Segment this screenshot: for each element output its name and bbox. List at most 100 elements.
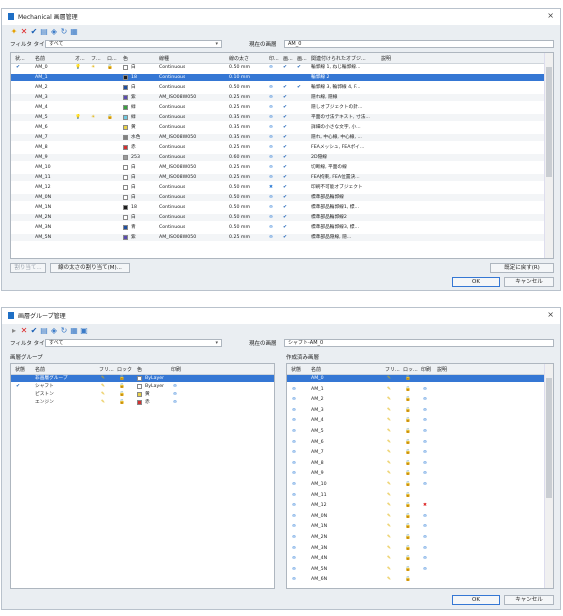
plot-icon[interactable]: ⊖	[269, 164, 273, 171]
linetype[interactable]: Continuous	[159, 114, 185, 121]
lineweight[interactable]: 0.60 mm	[229, 154, 250, 161]
layer-row[interactable]: ✔ AM_0 💡 ☀ 🔓 白 Continuous 0.50 mm ⊖ ✔ ✔ 輪郭線 1, ねじ輪郭…	[11, 64, 545, 71]
lock-icon[interactable]: 🔓	[405, 513, 411, 520]
plot-icon[interactable]: ⊖	[173, 375, 177, 382]
lock-icon[interactable]: 🔓	[405, 386, 411, 393]
col-layer-a[interactable]: 画...	[283, 55, 293, 62]
layer-check-a[interactable]: ✔	[283, 234, 287, 241]
layer-row[interactable]: AM_6 黄 Continuous 0.35 mm ⊖ ✔ 詳細の小さな文字, 小...	[11, 124, 545, 131]
lineweight[interactable]: 0.35 mm	[229, 134, 250, 141]
layer-row[interactable]: AM_3 紫 AM_ISO08W050 0.25 mm ⊖ ✔ 隠れ線, 隠線	[11, 94, 545, 101]
lock-icon[interactable]: 🔓	[405, 566, 411, 573]
layer-check-a[interactable]: ✔	[283, 154, 287, 161]
plot-icon[interactable]: ⊖	[269, 134, 273, 141]
layer-row[interactable]: AM_5 💡 ☀ 🔓 緑 Continuous 0.35 mm ⊖ ✔ 平面の寸法テキスト, 寸法…	[11, 114, 545, 121]
lock-icon[interactable]: 🔓	[405, 545, 411, 552]
layer-check-a[interactable]: ✔	[283, 204, 287, 211]
assign-lineweight-button[interactable]: 線の太さの割り当て(M)...	[50, 263, 130, 273]
lock-icon[interactable]: 🔓	[405, 470, 411, 477]
col-description[interactable]: 説明	[381, 55, 391, 62]
plot-icon[interactable]: ⊖	[269, 144, 273, 151]
layer-properties-icon[interactable]: ▤	[40, 28, 48, 36]
color-swatch[interactable]	[123, 185, 128, 190]
cancel-button[interactable]: キャンセル	[504, 595, 554, 605]
layer-check-a[interactable]: ✔	[283, 164, 287, 171]
col-lock[interactable]: ロ...	[107, 55, 117, 62]
linetype[interactable]: Continuous	[159, 194, 185, 201]
ok-button[interactable]: OK	[452, 595, 500, 605]
layer-row[interactable]: AM_11 白 AM_ISO08W050 0.25 mm ⊖ ✔ FEA拘束, FEA位置決…	[11, 174, 545, 181]
color-swatch[interactable]	[123, 95, 128, 100]
linetype[interactable]: Continuous	[159, 214, 185, 221]
plot-icon[interactable]: ⊖	[269, 94, 273, 101]
scrollbar-thumb[interactable]	[546, 67, 552, 177]
lock-icon[interactable]: 🔓	[119, 375, 125, 382]
layer-row[interactable]: AM_2 白 Continuous 0.50 mm ⊖ ✔ ✔ 輪郭線 3, 輪郭線 4, F…	[11, 84, 545, 91]
col-plot[interactable]: 印...	[269, 55, 279, 62]
freeze-icon[interactable]: ✎	[387, 375, 391, 382]
linetype[interactable]: AM_ISO08W050	[159, 234, 196, 241]
lock-icon[interactable]: 🔓	[405, 460, 411, 467]
created-layer-row[interactable]: ⊖ AM_5 ✎ 🔓 ⊖	[287, 428, 545, 435]
lock-icon[interactable]: 🔓	[405, 492, 411, 499]
plot-icon[interactable]: ⊖	[269, 204, 273, 211]
ok-button[interactable]: OK	[452, 277, 500, 287]
delete-icon[interactable]: ✕	[20, 327, 28, 335]
col-freeze[interactable]: フリ...	[385, 366, 400, 373]
col-status[interactable]: 状態	[15, 366, 25, 373]
freeze-icon[interactable]: ✎	[387, 460, 391, 467]
created-layer-row[interactable]: ⊖ AM_11 ✎ 🔓	[287, 492, 545, 499]
created-layer-row[interactable]: ⊖ AM_6N ✎ 🔓	[287, 576, 545, 583]
plot-icon[interactable]: ⊖	[269, 154, 273, 161]
layer-check-a[interactable]: ✔	[283, 174, 287, 181]
created-layer-row[interactable]: ⊖ AM_5N ✎ 🔓 ⊖	[287, 566, 545, 573]
col-status[interactable]: 状...	[15, 55, 25, 62]
lineweight[interactable]: 0.50 mm	[229, 84, 250, 91]
match-layer-icon[interactable]: ◈	[50, 28, 58, 36]
layer-check-a[interactable]: ✔	[283, 124, 287, 131]
created-layer-row[interactable]: ⊖ AM_2 ✎ 🔓 ⊖	[287, 396, 545, 403]
lock-icon[interactable]: 🔓	[405, 502, 411, 509]
lock-icon[interactable]: 🔓	[405, 555, 411, 562]
plot-icon[interactable]: ⊖	[269, 214, 273, 221]
on-off-icon[interactable]: 💡	[75, 114, 81, 121]
layer-check-a[interactable]: ✔	[283, 64, 287, 71]
linetype[interactable]: Continuous	[159, 204, 185, 211]
plot-icon[interactable]: ⊖	[423, 566, 427, 573]
freeze-icon[interactable]: ✎	[101, 399, 105, 406]
color-swatch[interactable]	[123, 105, 128, 110]
plot-icon[interactable]: ⊖	[423, 428, 427, 435]
layer-check-b[interactable]: ✔	[297, 84, 301, 91]
col-name[interactable]: 名前	[35, 366, 45, 373]
close-button[interactable]: ×	[547, 11, 554, 20]
layer-check-a[interactable]: ✔	[283, 114, 287, 121]
freeze-icon[interactable]: ✎	[387, 396, 391, 403]
layer-check-a[interactable]: ✔	[283, 144, 287, 151]
linetype[interactable]: AM_ISO08W050	[159, 134, 196, 141]
col-freeze[interactable]: フリ...	[99, 366, 114, 373]
col-plot[interactable]: 印刷	[421, 366, 431, 373]
created-layer-row[interactable]: ⊖ AM_4N ✎ 🔓 ⊖	[287, 555, 545, 562]
new-layer-icon[interactable]: ✦	[10, 28, 18, 36]
color-swatch[interactable]	[137, 376, 142, 381]
plot-icon[interactable]: ⊖	[423, 407, 427, 414]
created-layer-row[interactable]: ⊖ AM_2N ✎ 🔓 ⊖	[287, 534, 545, 541]
lineweight[interactable]: 0.50 mm	[229, 204, 250, 211]
color-swatch[interactable]	[123, 155, 128, 160]
col-freeze[interactable]: フ...	[91, 55, 101, 62]
plot-icon[interactable]: ⊖	[269, 224, 273, 231]
created-layer-row[interactable]: ⊖ AM_1 ✎ 🔓 ⊖	[287, 386, 545, 393]
plot-icon[interactable]: ⊖	[423, 534, 427, 541]
freeze-icon[interactable]: ✎	[387, 407, 391, 414]
color-swatch[interactable]	[137, 384, 142, 389]
freeze-icon[interactable]: ✎	[387, 523, 391, 530]
plot-icon[interactable]: ⊖	[423, 386, 427, 393]
lock-icon[interactable]: 🔓	[405, 428, 411, 435]
refresh-icon[interactable]: ↻	[60, 327, 68, 335]
freeze-icon[interactable]: ✎	[387, 576, 391, 583]
lock-icon[interactable]: 🔓	[405, 375, 411, 382]
lock-icon[interactable]: 🔓	[405, 439, 411, 446]
lineweight[interactable]: 0.25 mm	[229, 234, 250, 241]
created-layer-row[interactable]: ⊖ AM_12 ✎ 🔓 ✖	[287, 502, 545, 509]
created-layer-row[interactable]: ⊖ AM_10 ✎ 🔓 ⊖	[287, 481, 545, 488]
